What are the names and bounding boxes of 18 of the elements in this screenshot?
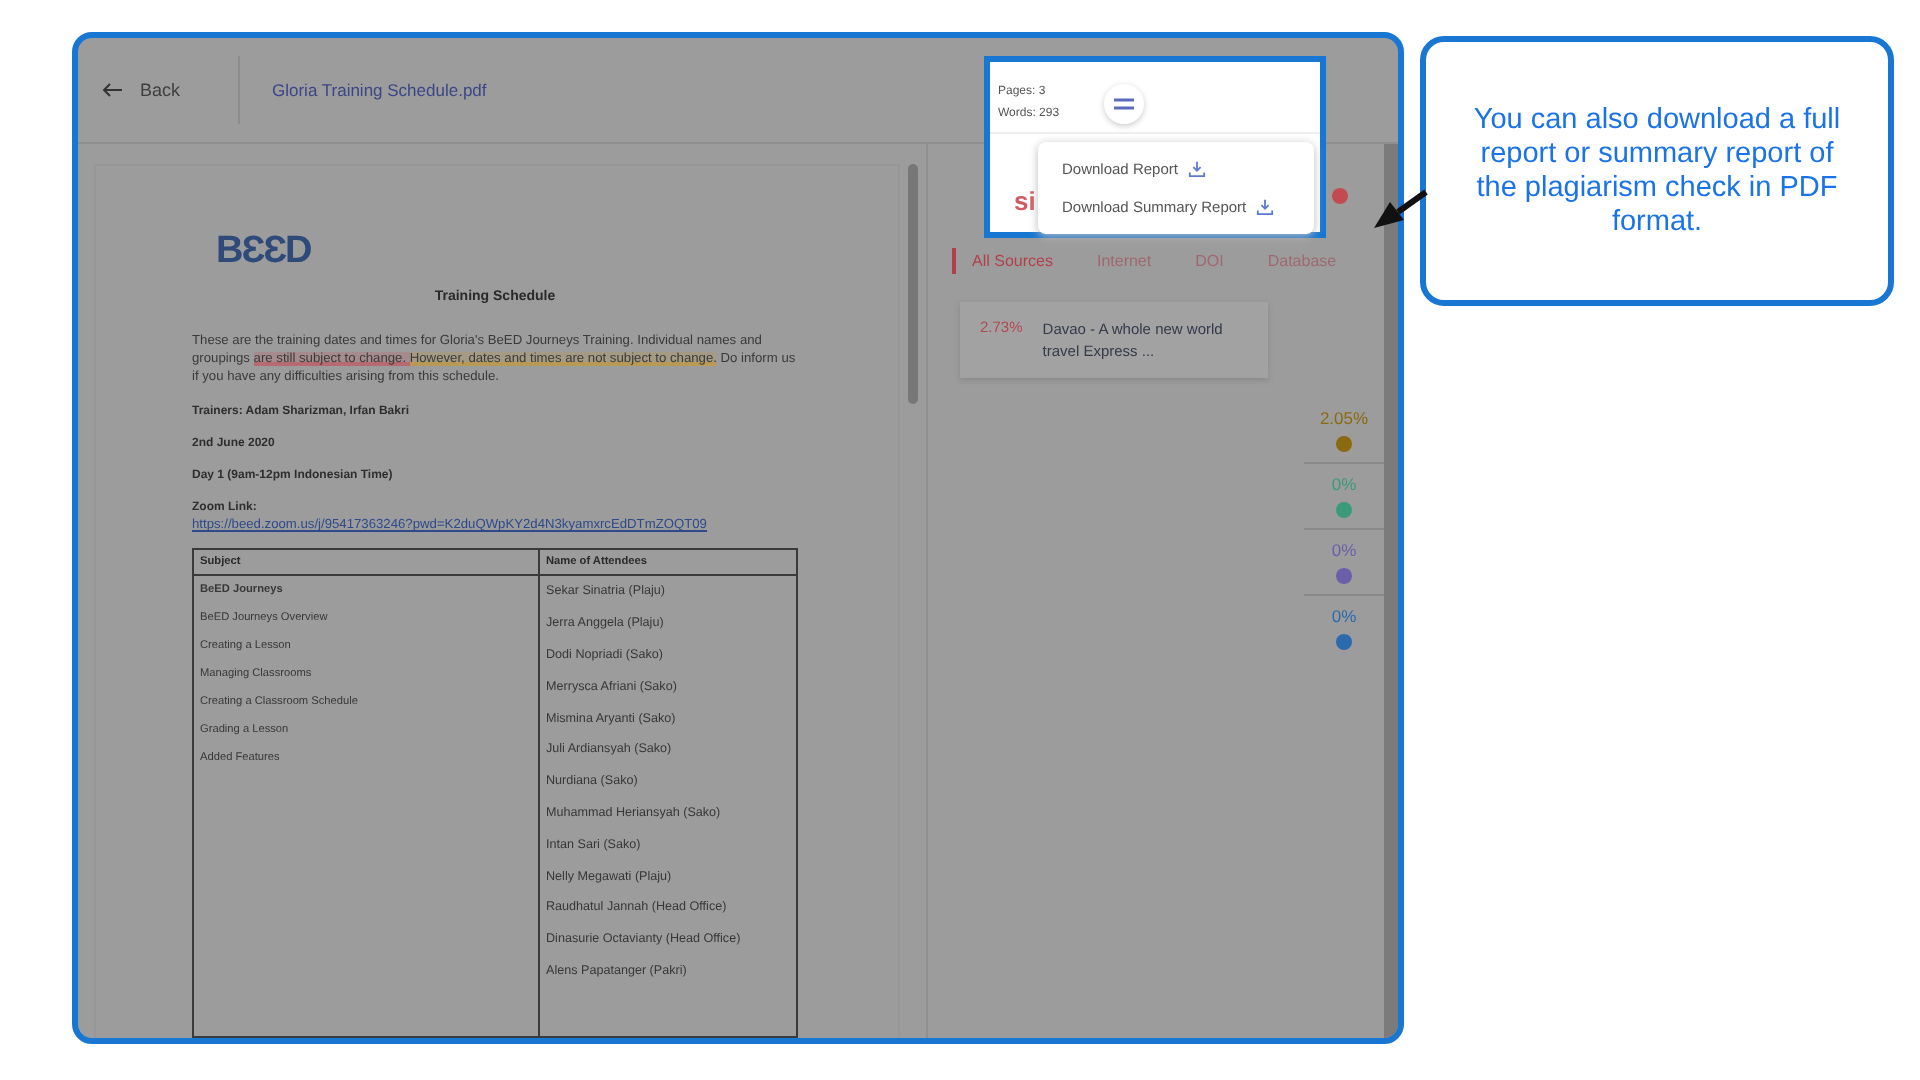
stat-value: 2.05% bbox=[1319, 408, 1369, 428]
back-arrow-icon bbox=[102, 82, 124, 98]
back-button[interactable]: Back bbox=[78, 80, 238, 100]
callout-text: You can also download a full report or summary report of the plagiarism check in PDF format. bbox=[1471, 103, 1843, 239]
file-name: Gloria Training Schedule.pdf bbox=[272, 80, 487, 100]
download-icon bbox=[1187, 160, 1206, 178]
stat-value: 0% bbox=[1331, 606, 1357, 626]
menu-button[interactable] bbox=[1103, 83, 1144, 123]
score-dot bbox=[1332, 188, 1348, 204]
scrollbar[interactable] bbox=[1384, 144, 1398, 1038]
scrollbar[interactable] bbox=[908, 164, 918, 404]
source-tab[interactable]: All Sources bbox=[956, 248, 1069, 274]
download-icon bbox=[1256, 198, 1275, 216]
score-text: si bbox=[1014, 186, 1036, 216]
logo: BƐƐD bbox=[216, 230, 313, 274]
stat-value: 0% bbox=[1331, 474, 1357, 494]
stat-value: 0% bbox=[1331, 540, 1357, 560]
menu-icon bbox=[1113, 97, 1134, 109]
